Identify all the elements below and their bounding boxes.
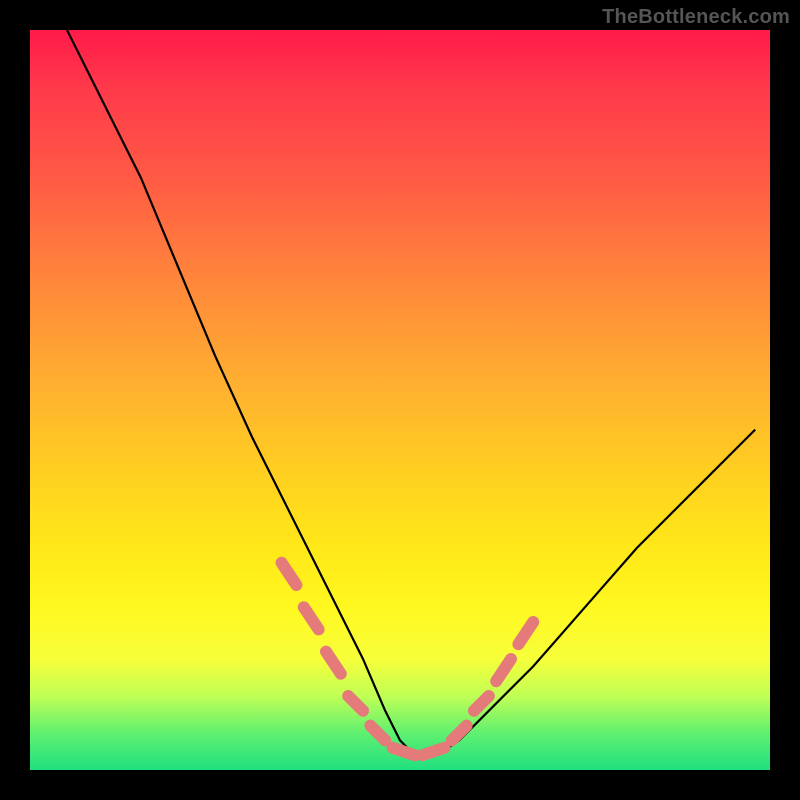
- highlight-dash: [452, 726, 467, 741]
- highlight-dash: [496, 659, 511, 681]
- highlight-dash: [422, 748, 444, 755]
- highlight-dash: [518, 622, 533, 644]
- highlight-dash: [370, 726, 385, 741]
- bottleneck-curve-path: [67, 30, 755, 755]
- highlight-dash: [304, 607, 319, 629]
- highlight-dashes: [282, 563, 534, 755]
- highlight-dash: [474, 696, 489, 711]
- watermark-text: TheBottleneck.com: [602, 6, 790, 29]
- curve-svg: [30, 30, 770, 770]
- plot-area: [30, 30, 770, 770]
- highlight-dash: [326, 652, 341, 674]
- highlight-dash: [393, 748, 415, 755]
- highlight-dash: [348, 696, 363, 711]
- chart-frame: TheBottleneck.com: [0, 0, 800, 800]
- highlight-dash: [282, 563, 297, 585]
